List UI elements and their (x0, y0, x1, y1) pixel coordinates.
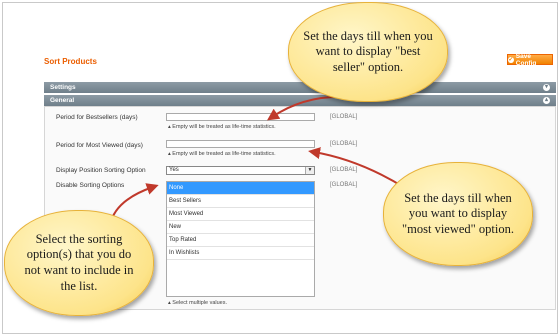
most-viewed-scope: [GLOBAL] (330, 141, 358, 147)
multiselect-note: ▴ Select multiple values. (168, 300, 228, 306)
collapse-icon[interactable]: ▴ (543, 97, 550, 104)
bestsellers-period-note: ▴ Empty will be treated as life-time sta… (168, 124, 276, 130)
callout-best-seller: Set the days till when you want to displ… (288, 2, 448, 102)
disable-sorting-label: Disable Sorting Options (56, 182, 125, 189)
save-icon: ✓ (508, 56, 514, 63)
save-config-button[interactable]: ✓ Save Config (507, 52, 553, 67)
section-title-general: General (50, 97, 75, 104)
section-header-settings[interactable]: Settings ▾ (44, 82, 556, 93)
bestsellers-scope: [GLOBAL] (330, 114, 358, 120)
display-position-label: Display Position Sorting Option (56, 167, 146, 174)
sorting-option-best-sellers[interactable]: Best Sellers (167, 195, 314, 208)
sorting-option-top-rated[interactable]: Top Rated (167, 234, 314, 247)
display-position-value: Yes (169, 167, 179, 173)
sorting-option-most-viewed[interactable]: Most Viewed (167, 208, 314, 221)
bestsellers-period-label: Period for Bestsellers (days) (56, 114, 138, 121)
page-title: Sort Products (44, 57, 97, 66)
save-config-label: Save Config (515, 52, 537, 67)
disable-sorting-scope: [GLOBAL] (330, 182, 358, 188)
sorting-option-new[interactable]: New (167, 221, 314, 234)
most-viewed-period-note: ▴ Empty will be treated as life-time sta… (168, 151, 276, 157)
most-viewed-period-input[interactable] (166, 140, 315, 148)
section-title-settings: Settings (50, 84, 76, 91)
sorting-option-none[interactable]: None (167, 182, 314, 195)
most-viewed-period-label: Period for Most Viewed (days) (56, 142, 143, 149)
sorting-option-in-wishlists[interactable]: In Wishlists (167, 247, 314, 260)
callout-sorting: Select the sorting option(s) that you do… (4, 210, 154, 316)
display-position-scope: [GLOBAL] (330, 167, 358, 173)
bestsellers-period-input[interactable] (166, 113, 315, 121)
callout-most-viewed: Set the days till when you want to displ… (383, 162, 533, 266)
chevron-down-icon[interactable]: ▼ (305, 167, 314, 174)
disable-sorting-multiselect[interactable]: None Best Sellers Most Viewed New Top Ra… (166, 181, 315, 297)
expand-icon[interactable]: ▾ (543, 84, 550, 91)
section-header-general[interactable]: General ▴ (44, 95, 556, 106)
display-position-select[interactable]: Yes ▼ (166, 166, 315, 175)
